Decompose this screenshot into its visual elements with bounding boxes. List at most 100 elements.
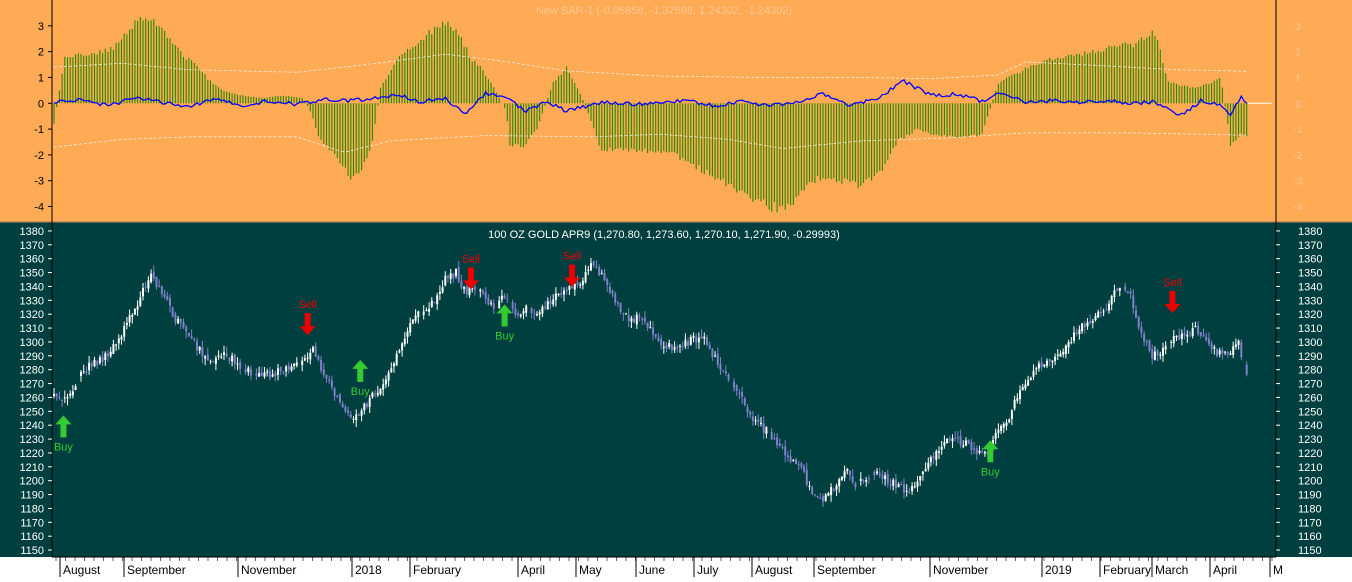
buy-label: Buy bbox=[54, 441, 73, 453]
price-y-tick-left: 1260 bbox=[20, 392, 44, 404]
price-y-tick-right: 1270 bbox=[1298, 379, 1322, 391]
price-y-tick-right: 1280 bbox=[1298, 365, 1322, 377]
price-y-tick-left: 1290 bbox=[20, 351, 44, 363]
x-axis-label: September bbox=[127, 563, 186, 577]
x-axis-label: July bbox=[697, 563, 718, 577]
price-y-tick-right: 1370 bbox=[1298, 240, 1322, 252]
price-y-tick-right: 1190 bbox=[1298, 490, 1322, 502]
price-y-tick-right: 1240 bbox=[1298, 420, 1322, 432]
x-axis-label: November bbox=[241, 563, 296, 577]
indicator-y-tick-right: 2 bbox=[1295, 48, 1301, 59]
price-y-tick-right: 1310 bbox=[1298, 323, 1322, 335]
price-y-tick-left: 1340 bbox=[20, 281, 44, 293]
price-candle bbox=[411, 319, 414, 325]
price-y-tick-left: 1360 bbox=[20, 254, 44, 266]
indicator-y-tick: 3 bbox=[38, 21, 44, 33]
price-y-tick-left: 1190 bbox=[20, 490, 44, 502]
indicator-y-tick-right: 3 bbox=[1295, 22, 1301, 33]
sell-label: Sell bbox=[1163, 277, 1181, 289]
price-y-tick-left: 1300 bbox=[20, 337, 44, 349]
indicator-y-tick-right: -4 bbox=[1294, 203, 1303, 214]
price-y-tick-right: 1230 bbox=[1298, 434, 1322, 446]
price-y-tick-left: 1240 bbox=[20, 420, 44, 432]
price-y-tick-left: 1170 bbox=[20, 517, 44, 529]
buy-label: Buy bbox=[351, 386, 370, 398]
price-y-tick-left: 1350 bbox=[20, 268, 44, 280]
price-y-tick-right: 1170 bbox=[1298, 517, 1322, 529]
x-axis-label: March bbox=[1155, 563, 1188, 577]
x-axis-label: September bbox=[817, 563, 876, 577]
price-y-tick-right: 1260 bbox=[1298, 392, 1322, 404]
price-y-tick-right: 1210 bbox=[1298, 462, 1322, 474]
x-axis-label: 2018 bbox=[355, 563, 382, 577]
price-candle bbox=[946, 438, 949, 444]
x-axis-label: February bbox=[413, 563, 461, 577]
x-axis-label: August bbox=[755, 563, 793, 577]
price-y-tick-left: 1250 bbox=[20, 406, 44, 418]
price-panel bbox=[0, 222, 1352, 557]
price-candle bbox=[171, 306, 174, 318]
x-axis-label: April bbox=[1213, 563, 1237, 577]
indicator-panel bbox=[0, 0, 1352, 222]
indicator-y-tick-right: 1 bbox=[1295, 73, 1301, 84]
chart-canvas: Buy Sell Buy Sell Buy Sell Buy Sell 3 3 2 2 1 1 0 0 -1 -… bbox=[0, 0, 1352, 577]
price-y-tick-left: 1180 bbox=[20, 503, 44, 515]
price-y-tick-left: 1230 bbox=[20, 434, 44, 446]
price-candle bbox=[967, 439, 970, 445]
price-y-tick-right: 1150 bbox=[1298, 545, 1322, 557]
x-axis-label: 2019 bbox=[1045, 563, 1072, 577]
indicator-y-tick: 1 bbox=[38, 72, 44, 84]
price-y-tick-left: 1270 bbox=[20, 379, 44, 391]
price-y-tick-left: 1330 bbox=[20, 295, 44, 307]
indicator-y-tick-right: 0 bbox=[1295, 99, 1301, 110]
price-y-tick-left: 1210 bbox=[20, 462, 44, 474]
indicator-y-tick: -3 bbox=[34, 176, 44, 188]
price-y-tick-right: 1300 bbox=[1298, 337, 1322, 349]
price-candle bbox=[1216, 348, 1218, 358]
sell-label: Sell bbox=[563, 251, 581, 263]
indicator-y-tick: 0 bbox=[38, 98, 44, 110]
sell-label: Sell bbox=[462, 253, 480, 265]
buy-label: Buy bbox=[495, 330, 514, 342]
indicator-title: New SAR-1 (-0.05858, -1.37598, 1.24302, … bbox=[536, 5, 792, 17]
indicator-y-tick: 2 bbox=[38, 47, 44, 59]
x-axis-label: August bbox=[63, 563, 101, 577]
price-y-tick-left: 1200 bbox=[20, 476, 44, 488]
price-y-tick-right: 1180 bbox=[1298, 503, 1322, 515]
price-y-tick-right: 1380 bbox=[1298, 226, 1322, 238]
price-y-tick-right: 1220 bbox=[1298, 448, 1322, 460]
x-axis-label: M bbox=[1273, 563, 1283, 577]
price-y-tick-left: 1280 bbox=[20, 365, 44, 377]
price-y-tick-right: 1290 bbox=[1298, 351, 1322, 363]
price-y-tick-right: 1250 bbox=[1298, 406, 1322, 418]
price-y-tick-right: 1360 bbox=[1298, 254, 1322, 266]
indicator-y-tick: -1 bbox=[34, 124, 44, 136]
x-axis-label: April bbox=[521, 563, 545, 577]
indicator-y-tick: -2 bbox=[34, 150, 44, 162]
sell-label: Sell bbox=[298, 299, 316, 311]
price-candle bbox=[133, 308, 136, 315]
buy-label: Buy bbox=[981, 466, 1000, 478]
indicator-y-tick-right: -3 bbox=[1294, 177, 1303, 188]
price-y-tick-right: 1340 bbox=[1298, 281, 1322, 293]
price-y-tick-right: 1160 bbox=[1298, 531, 1322, 543]
price-candle bbox=[743, 396, 746, 407]
price-y-tick-left: 1160 bbox=[20, 531, 44, 543]
price-y-tick-right: 1330 bbox=[1298, 295, 1322, 307]
price-y-tick-left: 1370 bbox=[20, 240, 44, 252]
price-y-tick-right: 1200 bbox=[1298, 476, 1322, 488]
indicator-y-tick-right: -1 bbox=[1294, 125, 1303, 136]
indicator-y-tick: -4 bbox=[34, 202, 44, 214]
price-chart-title: 100 OZ GOLD APR9 (1,270.80, 1,273.60, 1,… bbox=[488, 229, 840, 241]
price-y-tick-right: 1320 bbox=[1298, 309, 1322, 321]
x-axis-label: May bbox=[579, 563, 602, 577]
price-y-tick-left: 1310 bbox=[20, 323, 44, 335]
price-y-tick-right: 1350 bbox=[1298, 268, 1322, 280]
chart-window: Buy Sell Buy Sell Buy Sell Buy Sell 3 3 2 2 1 1 0 0 -1 -… bbox=[0, 0, 1352, 577]
price-candle bbox=[1240, 339, 1243, 361]
price-y-tick-left: 1220 bbox=[20, 448, 44, 460]
x-axis-label: February bbox=[1103, 563, 1151, 577]
indicator-y-tick-right: -2 bbox=[1294, 151, 1303, 162]
price-y-tick-left: 1320 bbox=[20, 309, 44, 321]
price-y-tick-left: 1150 bbox=[20, 545, 44, 557]
